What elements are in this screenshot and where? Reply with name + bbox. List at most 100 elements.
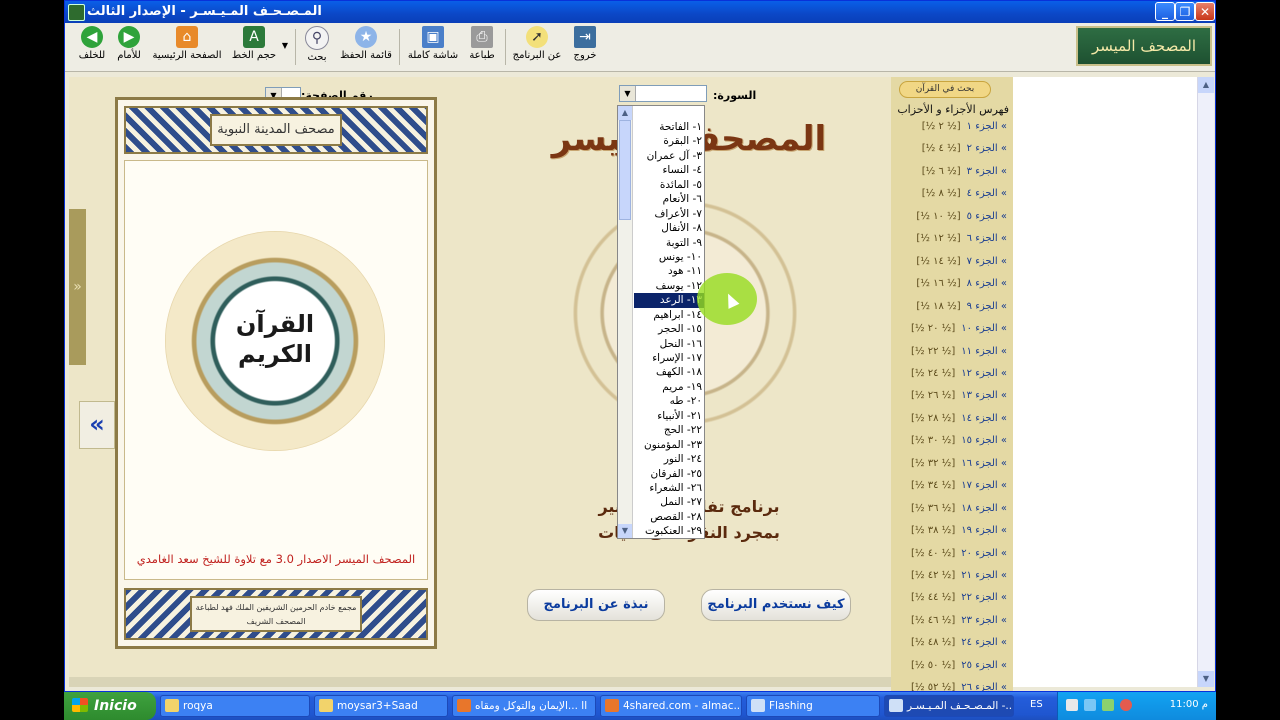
hizb-links[interactable]: [½ ٤٨ ½] <box>911 637 955 648</box>
part-link[interactable]: » الجزء ١٥ <box>961 435 1007 446</box>
surah-option[interactable]: ١١- هود <box>634 264 704 278</box>
part-link[interactable]: » الجزء ٢٢ <box>961 592 1007 603</box>
surah-option[interactable]: ١- الفاتحة <box>634 120 704 134</box>
parts-index-row[interactable]: » الجزء ٣ [½ ٦ ½] <box>895 166 1007 182</box>
title-bar[interactable]: المـصـحـف المـيـسـر - الإصدار الثالث _ ❐… <box>65 1 1215 23</box>
parts-index-row[interactable]: » الجزء ٤ [½ ٨ ½] <box>895 188 1007 204</box>
part-link[interactable]: » الجزء ٢٣ <box>961 615 1007 626</box>
surah-option[interactable]: ١٩- مريم <box>634 380 704 394</box>
hizb-links[interactable]: [½ ٢ ½] <box>922 121 961 132</box>
font-size-button[interactable]: A حجم الخط <box>229 26 279 68</box>
bookmarks-button[interactable]: ★ قائمة الحفظ <box>339 26 393 68</box>
parts-index-row[interactable]: » الجزء ٢٥ [½ ٥٠ ½] <box>895 660 1007 676</box>
part-link[interactable]: » الجزء ٦ <box>967 233 1007 244</box>
hizb-links[interactable]: [½ ٣٠ ½] <box>911 435 955 446</box>
part-link[interactable]: » الجزء ٣ <box>967 166 1007 177</box>
hizb-links[interactable]: [½ ٢٨ ½] <box>911 413 955 424</box>
hizb-links[interactable]: [½ ١٤ ½] <box>916 256 960 267</box>
taskbar-button[interactable]: الإيمان والتوكل ومقاه... ll <box>452 695 596 717</box>
hizb-links[interactable]: [½ ٣٢ ½] <box>911 458 955 469</box>
parts-index-row[interactable]: » الجزء ١٧ [½ ٣٤ ½] <box>895 480 1007 496</box>
surah-option[interactable]: ٢٦- الشعراء <box>634 481 704 495</box>
surah-option[interactable]: ١٣- الرعد <box>634 293 704 308</box>
taskbar-button[interactable]: Flashing <box>746 695 880 717</box>
part-link[interactable]: » الجزء ٢٤ <box>961 637 1007 648</box>
start-button[interactable]: Inicio <box>64 692 156 720</box>
parts-index-row[interactable]: » الجزء ٦ [½ ١٢ ½] <box>895 233 1007 249</box>
hizb-links[interactable]: [½ ٤٠ ½] <box>911 548 955 559</box>
clock[interactable]: 11:00 م <box>1170 699 1208 710</box>
surah-option[interactable]: ٢١- الأنبياء <box>634 409 704 423</box>
surah-select[interactable]: ▼ <box>619 85 707 102</box>
parts-index-row[interactable]: » الجزء ٢ [½ ٤ ½] <box>895 143 1007 159</box>
surah-option[interactable]: ٢٩- العنكبوت <box>634 524 704 538</box>
part-link[interactable]: » الجزء ٩ <box>967 301 1007 312</box>
taskbar-button[interactable]: المـصـحـف المـيـسـر -... <box>884 695 1014 717</box>
parts-index-row[interactable]: » الجزء ٢٦ [½ ٥٢ ½] <box>895 682 1007 691</box>
part-link[interactable]: » الجزء ١٧ <box>961 480 1007 491</box>
tray-display-icon[interactable] <box>1084 699 1096 711</box>
surah-option[interactable]: ٨- الأنفال <box>634 221 704 235</box>
surah-option[interactable]: ٧- الأعراف <box>634 207 704 221</box>
hizb-links[interactable]: [½ ٣٦ ½] <box>911 503 955 514</box>
hizb-links[interactable]: [½ ٢٤ ½] <box>911 368 955 379</box>
hizb-links[interactable]: [½ ١٠ ½] <box>916 211 960 222</box>
hizb-links[interactable]: [½ ١٦ ½] <box>916 278 960 289</box>
hizb-links[interactable]: [½ ١٢ ½] <box>916 233 960 244</box>
hizb-links[interactable]: [½ ٥٠ ½] <box>911 660 955 671</box>
surah-option[interactable]: ٦- الأنعام <box>634 192 704 206</box>
scroll-thumb[interactable] <box>619 120 631 220</box>
parts-index-row[interactable]: » الجزء ١١ [½ ٢٢ ½] <box>895 346 1007 362</box>
surah-option[interactable]: ٢٧- النمل <box>634 495 704 509</box>
surah-option[interactable]: ٢- البقرة <box>634 134 704 148</box>
parts-index-row[interactable]: » الجزء ١٨ [½ ٣٦ ½] <box>895 503 1007 519</box>
surah-option[interactable]: ٢٨- القصص <box>634 510 704 524</box>
parts-index-row[interactable]: » الجزء ١٢ [½ ٢٤ ½] <box>895 368 1007 384</box>
vertical-scrollbar[interactable]: ▲ ▼ <box>1197 77 1214 687</box>
close-button[interactable]: ✕ <box>1195 2 1215 21</box>
parts-index-row[interactable]: » الجزء ١٦ [½ ٣٢ ½] <box>895 458 1007 474</box>
part-link[interactable]: » الجزء ١ <box>967 121 1007 132</box>
print-button[interactable]: ⎙ طباعة <box>463 26 501 68</box>
hizb-links[interactable]: [½ ٤٤ ½] <box>911 592 955 603</box>
surah-option[interactable]: ١٧- الإسراء <box>634 351 704 365</box>
hizb-links[interactable]: [½ ٥٢ ½] <box>911 682 955 691</box>
how-to-use-button[interactable]: كيف نستخدم البرنامج <box>701 589 851 621</box>
hizb-links[interactable]: [½ ٦ ½] <box>922 166 961 177</box>
parts-index-row[interactable]: » الجزء ١٠ [½ ٢٠ ½] <box>895 323 1007 339</box>
hizb-links[interactable]: [½ ٢٢ ½] <box>911 346 955 357</box>
part-link[interactable]: » الجزء ١٦ <box>961 458 1007 469</box>
back-button[interactable]: ◀ للخلف <box>71 26 113 68</box>
parts-index-row[interactable]: » الجزء ٨ [½ ١٦ ½] <box>895 278 1007 294</box>
part-link[interactable]: » الجزء ١٨ <box>961 503 1007 514</box>
surah-option[interactable]: ١٤- ابراهيم <box>634 308 704 322</box>
surah-dropdown-list[interactable]: ▲ ▼ ١- الفاتحة ٢- البقرة ٣- آل عمران ٤- الن… <box>617 105 705 539</box>
part-link[interactable]: » الجزء ١٢ <box>961 368 1007 379</box>
hizb-links[interactable]: [½ ٤٢ ½] <box>911 570 955 581</box>
search-button[interactable]: ⚲ بحث <box>299 26 335 68</box>
scroll-up-icon[interactable]: ▲ <box>1198 77 1214 93</box>
surah-option[interactable]: ٢٣- المؤمنون <box>634 438 704 452</box>
side-panel-toggle[interactable]: » <box>69 209 86 365</box>
part-link[interactable]: » الجزء ٢٦ <box>961 682 1007 691</box>
parts-index-row[interactable]: » الجزء ١٤ [½ ٢٨ ½] <box>895 413 1007 429</box>
parts-index-row[interactable]: » الجزء ٧ [½ ١٤ ½] <box>895 256 1007 272</box>
tray-wifi-icon[interactable] <box>1102 699 1114 711</box>
tray-security-icon[interactable] <box>1120 699 1132 711</box>
parts-index-row[interactable]: » الجزء ١٩ [½ ٣٨ ½] <box>895 525 1007 541</box>
surah-option[interactable]: ٢٠- طه <box>634 394 704 408</box>
parts-index-row[interactable]: » الجزء ٩ [½ ١٨ ½] <box>895 301 1007 317</box>
taskbar-button[interactable]: moysar3+Saad <box>314 695 448 717</box>
about-program-button[interactable]: نبذة عن البرنامج <box>527 589 665 621</box>
part-link[interactable]: » الجزء ١٩ <box>961 525 1007 536</box>
parts-index-row[interactable]: » الجزء ١ [½ ٢ ½] <box>895 121 1007 137</box>
hizb-links[interactable]: [½ ١٨ ½] <box>916 301 960 312</box>
parts-index-row[interactable]: » الجزء ٢٢ [½ ٤٤ ½] <box>895 592 1007 608</box>
part-link[interactable]: » الجزء ٢١ <box>961 570 1007 581</box>
parts-index-row[interactable]: » الجزء ١٣ [½ ٢٦ ½] <box>895 390 1007 406</box>
part-link[interactable]: » الجزء ١١ <box>961 346 1007 357</box>
surah-option[interactable]: ٤- النساء <box>634 163 704 177</box>
exit-button[interactable]: ⇥ خروج <box>567 26 603 68</box>
surah-option[interactable]: ١٨- الكهف <box>634 365 704 379</box>
hizb-links[interactable]: [½ ٢٦ ½] <box>911 390 955 401</box>
